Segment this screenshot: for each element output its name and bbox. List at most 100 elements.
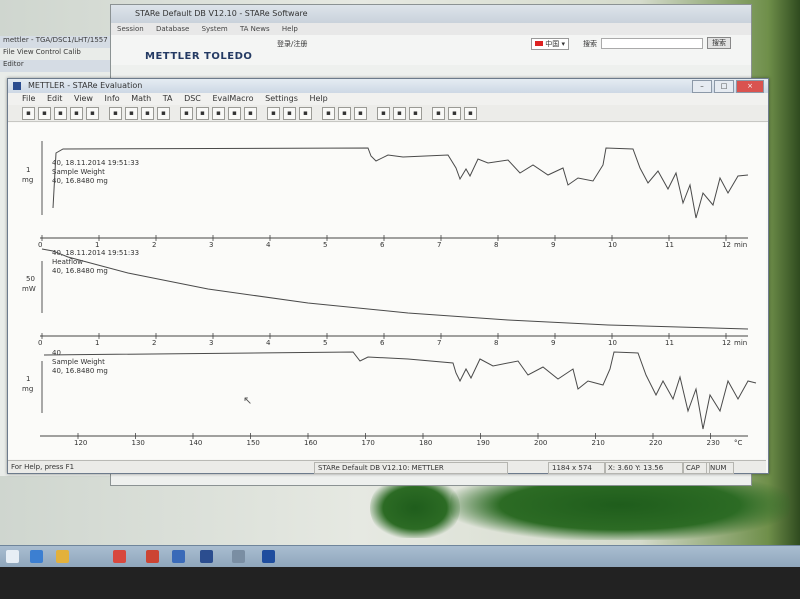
open-icon[interactable]: ▪ <box>38 106 51 120</box>
line-icon[interactable]: ▪ <box>393 106 406 120</box>
menu-database[interactable]: Database <box>156 25 189 33</box>
status-bar: For Help, press F1 STARe Default DB V12.… <box>8 460 766 474</box>
paste-icon[interactable]: ▪ <box>141 106 154 120</box>
panel2-tick-label: 6 <box>380 339 385 347</box>
menu-math[interactable]: Math <box>131 94 151 103</box>
menu-ta-news[interactable]: TA News <box>240 25 270 33</box>
menu-file[interactable]: File <box>22 94 35 103</box>
curve-icon[interactable]: ▪ <box>109 106 122 120</box>
menu-settings[interactable]: Settings <box>265 94 298 103</box>
panel1-tick-label: 12 <box>722 241 731 249</box>
stare-eval-icon[interactable] <box>262 550 275 563</box>
undo-icon[interactable]: ▪ <box>228 106 241 120</box>
panel2-tick-label: 8 <box>494 339 498 347</box>
panel3-tick-label: 220 <box>649 439 662 447</box>
maximize-button[interactable]: □ <box>714 80 734 93</box>
monitor-bezel <box>0 567 800 599</box>
panel3-scale-value: 1 <box>26 375 30 383</box>
weight-temperature-curve <box>43 351 757 430</box>
folder-icon[interactable] <box>56 550 69 563</box>
redo-icon[interactable]: ▪ <box>244 106 257 120</box>
stare-menubar: Session Database System TA News Help <box>111 23 751 35</box>
zoom-in-icon[interactable]: ▪ <box>322 106 335 120</box>
menu-edit[interactable]: Edit <box>47 94 63 103</box>
panel3-tick-label: 150 <box>247 439 260 447</box>
panel1-tick-label: 10 <box>608 241 617 249</box>
panel1-axis-unit: min <box>734 241 747 249</box>
chrome-icon[interactable] <box>113 550 126 563</box>
panel2-tick-label: 4 <box>266 339 271 347</box>
menu-help[interactable]: Help <box>282 25 298 33</box>
bar-icon[interactable]: ▪ <box>409 106 422 120</box>
menu-evalmacro[interactable]: EvalMacro <box>212 94 253 103</box>
badge-app-icon[interactable] <box>146 550 159 563</box>
grid-icon[interactable]: ▪ <box>283 106 296 120</box>
ie-icon[interactable] <box>30 550 43 563</box>
stare-title-bar[interactable]: STARe Default DB V12.10 - STARe Software <box>111 5 751 23</box>
zoom-out-icon[interactable]: ▪ <box>338 106 351 120</box>
help-icon[interactable]: ▪ <box>448 106 461 120</box>
panel2-legend-line: Heatflow <box>52 258 83 266</box>
print-icon[interactable]: ▪ <box>70 106 83 120</box>
plot-area[interactable]: 1 mg 40, 18.11.2014 19:51:33 Sample Weight 4… <box>8 123 766 459</box>
panel3-tick-label: 210 <box>592 439 605 447</box>
layout-icon[interactable]: ▪ <box>86 106 99 120</box>
menu-ta[interactable]: TA <box>163 94 173 103</box>
axis-icon[interactable]: ▪ <box>377 106 390 120</box>
search-button[interactable]: 搜索 <box>707 37 731 49</box>
panel1-legend-line: Sample Weight <box>52 168 105 176</box>
close-button[interactable]: × <box>736 80 764 93</box>
panel3-tick-label: 230 <box>707 439 720 447</box>
zoom-icon[interactable]: ▪ <box>196 106 209 120</box>
copy-icon[interactable]: ▪ <box>125 106 138 120</box>
program-icon[interactable] <box>172 550 185 563</box>
panel3-axis-unit: °C <box>734 439 743 447</box>
login-link[interactable]: 登录/注册 <box>277 39 307 49</box>
panel1-tick-label: 6 <box>380 241 385 249</box>
eval-title-bar[interactable]: METTLER - STARe Evaluation – □ × <box>8 79 768 93</box>
menu-view[interactable]: View <box>74 94 93 103</box>
evaluation-window[interactable]: METTLER - STARe Evaluation – □ × File Ed… <box>7 78 769 474</box>
panel3-tick-label: 190 <box>477 439 490 447</box>
cut-icon[interactable]: ▪ <box>180 106 193 120</box>
panel2-tick-label: 12 <box>722 339 731 347</box>
window-icon[interactable] <box>232 550 245 563</box>
explorer-icon[interactable] <box>6 550 19 563</box>
zoom-fit-icon[interactable]: ▪ <box>354 106 367 120</box>
flag-icon <box>535 41 543 46</box>
text-icon[interactable]: ▪ <box>299 106 312 120</box>
curves-chart[interactable]: 1mg40, 18.11.2014 19:51:33Sample Weight4… <box>8 123 766 459</box>
language-select[interactable]: 中国 ▾ <box>531 38 569 50</box>
panel3-scale-unit: mg <box>22 385 33 393</box>
app-icon <box>13 82 21 90</box>
panel2-legend-line: 40, 16.8480 mg <box>52 267 108 275</box>
language-select-value: 中国 <box>545 40 560 48</box>
panel3-legend-line: Sample Weight <box>52 358 105 366</box>
window-subtitle: Editor <box>0 60 112 72</box>
window-menu[interactable]: File View Control Calib <box>0 48 112 60</box>
panel2-tick-label: 2 <box>152 339 156 347</box>
new-icon[interactable]: ▪ <box>22 106 35 120</box>
save-icon[interactable]: ▪ <box>54 106 67 120</box>
menu-dsc[interactable]: DSC <box>184 94 201 103</box>
stare-icon[interactable] <box>200 550 213 563</box>
menu-info[interactable]: Info <box>105 94 120 103</box>
panel1-tick-label: 1 <box>95 241 99 249</box>
panel1-tick-label: 2 <box>152 241 156 249</box>
macro-icon[interactable]: ▪ <box>464 106 477 120</box>
menu-help[interactable]: Help <box>309 94 327 103</box>
panel2-tick-label: 9 <box>551 339 555 347</box>
panel2-scale-value: 50 <box>26 275 35 283</box>
table-icon[interactable]: ▪ <box>212 106 225 120</box>
minimize-button[interactable]: – <box>692 80 712 93</box>
panel3-tick-label: 170 <box>362 439 375 447</box>
search-input[interactable] <box>601 38 703 49</box>
fill-icon[interactable]: ▪ <box>267 106 280 120</box>
info-icon[interactable]: ▪ <box>432 106 445 120</box>
status-coords: X: 3.60 Y: 13.56 <box>604 462 684 474</box>
menu-session[interactable]: Session <box>117 25 144 33</box>
menu-system[interactable]: System <box>202 25 228 33</box>
stare-title: STARe Default DB V12.10 - STARe Software <box>135 9 308 18</box>
panel2-scale-unit: mW <box>22 285 36 293</box>
scale-icon[interactable]: ▪ <box>157 106 170 120</box>
